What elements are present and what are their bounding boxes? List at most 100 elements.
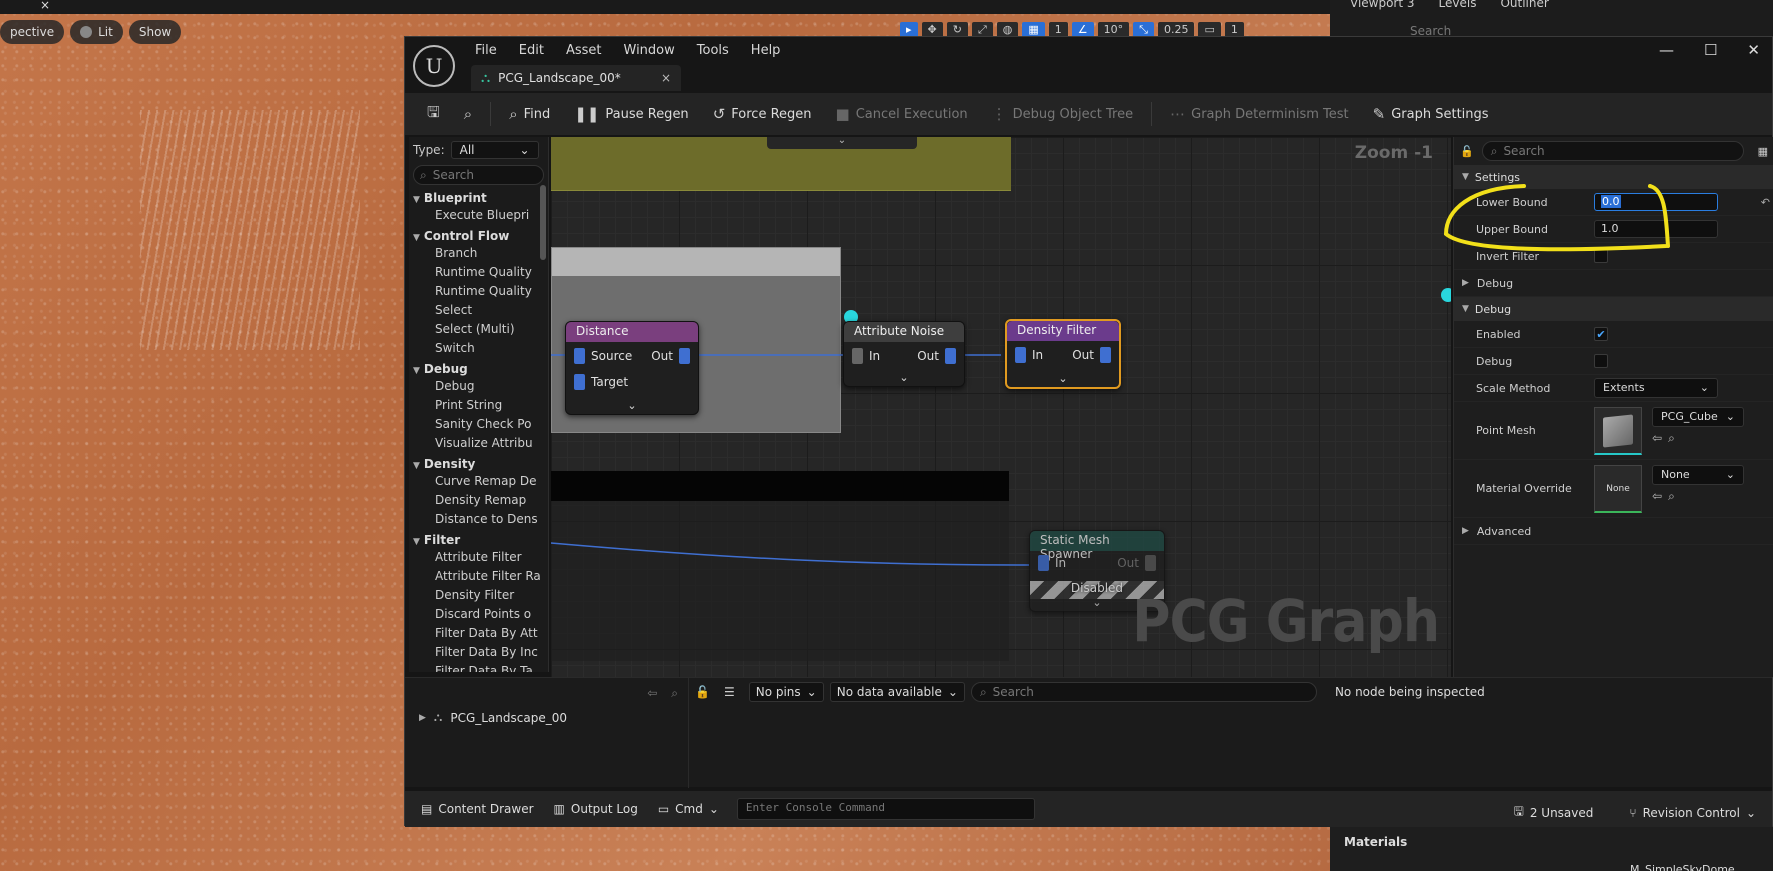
chevron-down-icon[interactable]: ⌄	[899, 371, 908, 384]
close-window-icon[interactable]: ✕	[1747, 41, 1760, 59]
palette-item[interactable]: Runtime Quality	[409, 284, 548, 303]
scale-method-select[interactable]: Extents ⌄	[1594, 378, 1718, 398]
palette-category[interactable]: Blueprint	[409, 189, 548, 208]
palette-item[interactable]: Execute Bluepri	[409, 208, 548, 227]
palette-item[interactable]: Select (Multi)	[409, 322, 548, 341]
data-filter-select[interactable]: No data available ⌄	[829, 682, 965, 702]
menu-tools[interactable]: Tools	[697, 43, 729, 58]
node-distance[interactable]: Distance Source Target Out ⌄	[565, 321, 699, 415]
save-button[interactable]: 🖫	[417, 98, 450, 131]
material-override-select[interactable]: None ⌄	[1652, 465, 1744, 485]
filter-icon[interactable]: ☰	[716, 685, 743, 699]
pin-in[interactable]: In	[852, 348, 880, 364]
palette-item[interactable]: Discard Points o	[409, 607, 548, 626]
pins-filter-select[interactable]: No pins ⌄	[748, 682, 824, 702]
console-input[interactable]: Enter Console Command	[736, 798, 1035, 820]
palette-item[interactable]: Switch	[409, 341, 548, 360]
row-advanced[interactable]: ▶ Advanced	[1454, 518, 1773, 545]
cmd-button[interactable]: ▭ Cmd ⌄	[650, 799, 727, 819]
material-thumbnail[interactable]: None	[1594, 465, 1642, 513]
reroute-dot[interactable]	[1441, 288, 1451, 302]
tree-item[interactable]: ▶ ⛬ PCG_Landscape_00	[419, 710, 567, 725]
palette-item[interactable]: Distance to Dens	[409, 512, 548, 531]
lock-icon[interactable]: 🔓	[695, 685, 710, 699]
output-log-button[interactable]: ▥ Output Log	[546, 799, 646, 819]
menu-file[interactable]: File	[475, 43, 497, 58]
lit-button[interactable]: Lit	[70, 20, 123, 44]
lower-bound-input[interactable]: 0.0	[1594, 193, 1718, 211]
menu-window[interactable]: Window	[624, 43, 675, 58]
use-selected-icon[interactable]: ⇦	[1652, 431, 1662, 446]
type-select[interactable]: All ⌄	[450, 141, 539, 159]
unsaved-button[interactable]: 🖫 2 Unsaved	[1506, 799, 1602, 826]
pin-out[interactable]: Out	[651, 348, 690, 364]
palette-category[interactable]: Control Flow	[409, 227, 548, 246]
perspective-button[interactable]: pective	[0, 20, 65, 44]
palette-item[interactable]: Curve Remap De	[409, 474, 548, 493]
reset-icon[interactable]: ↶	[1761, 196, 1770, 209]
section-debug[interactable]: ▼ Debug	[1454, 297, 1773, 321]
attribute-search-input[interactable]: ⌕ Search	[970, 682, 1317, 702]
tab-close-icon[interactable]: ×	[661, 71, 671, 85]
row-debug-collapsed[interactable]: ▶ Debug	[1454, 270, 1773, 297]
details-search-input[interactable]: ⌕ Search	[1481, 141, 1744, 161]
palette-item[interactable]: Attribute Filter Ra	[409, 569, 548, 588]
menu-asset[interactable]: Asset	[566, 43, 602, 58]
browse-button[interactable]: ⌕	[454, 101, 482, 127]
palette-item[interactable]: Density Filter	[409, 588, 548, 607]
show-button[interactable]: Show	[128, 20, 182, 44]
palette-item[interactable]: Runtime Quality	[409, 265, 548, 284]
pin-out[interactable]: Out	[1117, 555, 1156, 571]
maximize-icon[interactable]: ☐	[1704, 41, 1717, 59]
pin-out[interactable]: Out	[917, 348, 956, 364]
pause-regen-button[interactable]: ❚❚ Pause Regen	[564, 101, 698, 127]
materials-value[interactable]: M_SimpleSkyDome	[1630, 863, 1735, 871]
palette-item[interactable]: Branch	[409, 246, 548, 265]
lock-icon[interactable]: 🔓	[1460, 145, 1474, 158]
chevron-down-icon[interactable]: ⌄	[1058, 372, 1067, 385]
palette-item[interactable]: Filter Data By Ta	[409, 664, 548, 672]
find-button[interactable]: ⌕ Find	[499, 101, 560, 127]
cancel-execution-button[interactable]: ■ Cancel Execution	[826, 101, 978, 127]
browse-icon[interactable]: ⌕	[1668, 431, 1675, 446]
pin-in[interactable]: In	[1038, 555, 1066, 571]
palette-item[interactable]: Density Remap	[409, 493, 548, 512]
node-header[interactable]: Attribute Noise	[844, 322, 964, 342]
close-icon[interactable]: ×	[40, 0, 50, 12]
pin-source[interactable]: Source	[574, 348, 632, 364]
pin-target[interactable]: Target	[574, 374, 628, 390]
node-header[interactable]: Static Mesh Spawner	[1030, 531, 1164, 561]
enabled-checkbox[interactable]: ✔	[1594, 327, 1608, 341]
chevron-down-icon[interactable]: ⌄	[627, 399, 636, 412]
palette-category[interactable]: Filter	[409, 531, 548, 550]
palette-item[interactable]: Filter Data By Inc	[409, 645, 548, 664]
debug-checkbox[interactable]	[1594, 354, 1608, 368]
graph-determinism-test-button[interactable]: ⋯ Graph Determinism Test	[1160, 101, 1359, 127]
use-selected-icon[interactable]: ⇦	[1652, 489, 1662, 504]
palette-search-input[interactable]: ⌕ Search	[413, 165, 544, 185]
pin-out[interactable]: Out	[1072, 347, 1111, 363]
palette-item[interactable]: Select	[409, 303, 548, 322]
debug-object-tree-button[interactable]: ⋮ Debug Object Tree	[982, 101, 1143, 127]
document-tab[interactable]: ⛬ PCG_Landscape_00* ×	[471, 65, 681, 91]
palette-category[interactable]: Debug	[409, 360, 548, 379]
browse-icon[interactable]: ⌕	[1668, 489, 1675, 504]
invert-filter-checkbox[interactable]	[1594, 249, 1608, 263]
menu-help[interactable]: Help	[751, 43, 781, 58]
palette-item[interactable]: Debug	[409, 379, 548, 398]
section-settings[interactable]: ▼ Settings	[1454, 165, 1773, 189]
graph-canvas[interactable]: ⌄ Distance Source Target Out ⌄ Attribute…	[551, 137, 1451, 677]
palette-item[interactable]: Attribute Filter	[409, 550, 548, 569]
point-mesh-thumbnail[interactable]	[1594, 407, 1642, 455]
menu-edit[interactable]: Edit	[519, 43, 544, 58]
palette-scrollbar[interactable]	[540, 185, 546, 260]
content-drawer-button[interactable]: ▤ Content Drawer	[413, 799, 542, 819]
palette-item[interactable]: Sanity Check Po	[409, 417, 548, 436]
upper-bound-input[interactable]: 1.0	[1594, 220, 1718, 238]
palette-item[interactable]: Visualize Attribu	[409, 436, 548, 455]
node-attribute-noise[interactable]: Attribute Noise In Out ⌄	[843, 321, 965, 387]
pin-in[interactable]: In	[1015, 347, 1043, 363]
palette-item[interactable]: Filter Data By Att	[409, 626, 548, 645]
palette-item[interactable]: Print String	[409, 398, 548, 417]
graph-settings-button[interactable]: ✎ Graph Settings	[1363, 101, 1499, 127]
